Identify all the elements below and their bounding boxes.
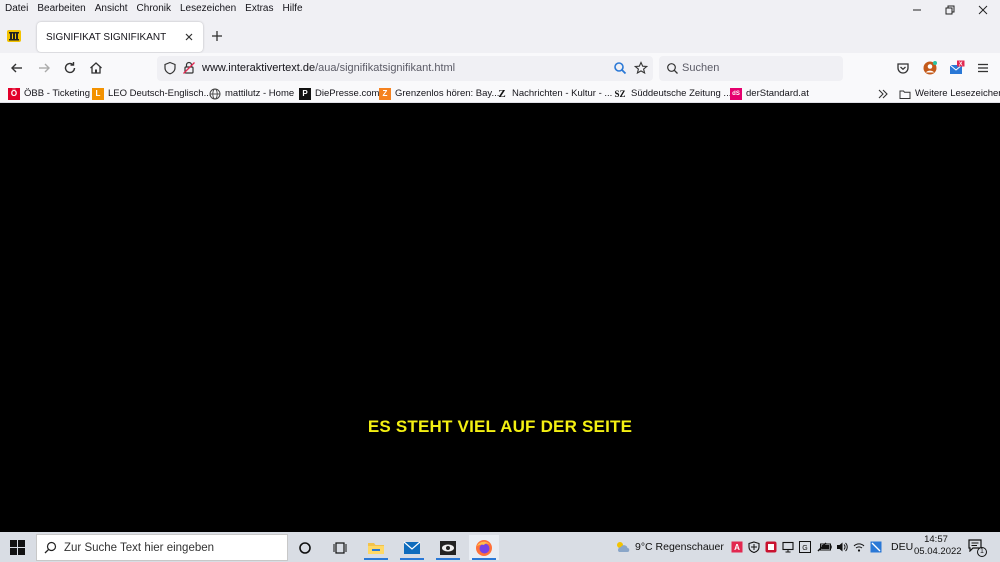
- bookmark-oebb[interactable]: Ö ÖBB - Ticketing: [8, 86, 90, 101]
- menu-edit[interactable]: Bearbeiten: [37, 3, 85, 14]
- taskbar-mail[interactable]: [397, 535, 427, 560]
- tray-monitor-icon[interactable]: [782, 541, 794, 553]
- network-app-icon[interactable]: [870, 541, 882, 553]
- menu-history[interactable]: Chronik: [137, 3, 171, 14]
- globe-icon: [209, 88, 221, 99]
- page-headline: ES STEHT VIEL AUF DER SEITE: [367, 417, 633, 436]
- mail-icon: [403, 541, 421, 554]
- title-bar: Datei Bearbeiten Ansicht Chronik Lesezei…: [0, 0, 1000, 53]
- search-engine-icon[interactable]: [613, 61, 627, 75]
- menu-bookmarks[interactable]: Lesezeichen: [180, 3, 236, 14]
- tray-security-icon[interactable]: G: [799, 541, 811, 553]
- hamburger-menu-icon[interactable]: [975, 60, 991, 76]
- page-content: ES STEHT VIEL AUF DER SEITE: [0, 104, 1000, 532]
- taskbar-file-explorer[interactable]: [361, 535, 391, 560]
- new-tab-icon[interactable]: [210, 29, 224, 43]
- home-icon[interactable]: [88, 60, 104, 76]
- task-view-button[interactable]: [325, 535, 355, 560]
- url-path: /aua/signifikatsignifikant.html: [315, 62, 456, 74]
- tab-title: SIGNIFIKAT SIGNIFIKANT: [46, 31, 167, 43]
- address-bar[interactable]: www.interaktivertext.de/aua/signifikatsi…: [157, 56, 653, 81]
- weather-text[interactable]: 9°C Regenschauer: [635, 541, 724, 553]
- notification-center-button[interactable]: 1: [966, 538, 988, 558]
- wifi-icon[interactable]: [853, 541, 865, 553]
- site-favicon-icon[interactable]: [6, 28, 22, 44]
- taskbar-search-box[interactable]: Zur Suche Text hier eingeben: [36, 534, 288, 561]
- menu-file[interactable]: Datei: [5, 3, 28, 14]
- bookmark-star-icon[interactable]: [634, 61, 648, 75]
- tray-red-app-icon[interactable]: A: [731, 541, 743, 553]
- url-text[interactable]: www.interaktivertext.de/aua/signifikatsi…: [202, 62, 455, 74]
- bookmark-grenzenlos[interactable]: Z Grenzenlos hören: Bay...: [379, 86, 499, 101]
- forward-icon[interactable]: [36, 60, 52, 76]
- tray-shield-icon[interactable]: [748, 541, 760, 553]
- cortana-button[interactable]: [290, 535, 320, 560]
- chevron-more-icon[interactable]: [877, 88, 889, 100]
- folder-icon: [899, 90, 911, 99]
- windows-taskbar: Zur Suche Text hier eingeben 9°C Regensc…: [0, 532, 1000, 562]
- reload-icon[interactable]: [62, 60, 78, 76]
- oebb-icon: Ö: [8, 87, 20, 100]
- clock-time: 14:57: [924, 534, 948, 545]
- minimize-icon[interactable]: [910, 3, 924, 17]
- back-icon[interactable]: [9, 60, 25, 76]
- search-bar[interactable]: Suchen: [659, 56, 843, 81]
- bookmark-sueddeutsche[interactable]: SZ Süddeutsche Zeitung ...: [613, 86, 731, 101]
- menu-help[interactable]: Hilfe: [283, 3, 303, 14]
- shield-icon[interactable]: [163, 61, 177, 75]
- weather-icon[interactable]: [614, 540, 630, 554]
- insecure-lock-icon[interactable]: [182, 61, 196, 75]
- clock[interactable]: 14:57 05.04.2022: [914, 534, 962, 560]
- menu-tools[interactable]: Extras: [245, 3, 273, 14]
- notification-count: 1: [977, 547, 987, 557]
- zeit-icon: Z: [498, 87, 506, 100]
- url-host: www.interaktivertext.de: [202, 62, 316, 74]
- search-icon: [667, 63, 678, 74]
- account-icon[interactable]: [922, 60, 938, 76]
- speaker-icon[interactable]: [836, 541, 848, 553]
- task-view-icon: [333, 541, 347, 554]
- search-placeholder: Suchen: [682, 62, 720, 74]
- grenzenlos-icon: Z: [379, 87, 391, 100]
- cortana-circle-icon: [299, 541, 311, 554]
- bookmarks-toolbar: Ö ÖBB - Ticketing L LEO Deutsch-Englisch..…: [0, 84, 1000, 103]
- clock-date: 05.04.2022: [914, 546, 962, 557]
- tab-strip: SIGNIFIKAT SIGNIFIKANT: [0, 20, 1000, 53]
- taskbar-app-eye[interactable]: [433, 535, 463, 560]
- windows-start-icon[interactable]: [10, 540, 25, 555]
- navigation-toolbar: www.interaktivertext.de/aua/signifikatsi…: [0, 53, 1000, 84]
- leo-icon: L: [92, 87, 104, 100]
- firefox-icon: [476, 539, 492, 556]
- bookmark-mattilutz[interactable]: mattilutz - Home: [209, 86, 294, 101]
- bookmark-derstandard[interactable]: dS derStandard.at: [730, 86, 809, 101]
- svg-text:A: A: [734, 543, 740, 552]
- bookmark-zeit[interactable]: Z Nachrichten - Kultur - ...: [496, 86, 612, 101]
- folder-icon: [368, 542, 384, 554]
- svg-text:X: X: [959, 62, 963, 68]
- extension-mail-icon[interactable]: X: [949, 60, 965, 76]
- presse-icon: P: [299, 87, 311, 100]
- bookmark-diepresse[interactable]: P DiePresse.com: [299, 86, 379, 101]
- menu-bar: Datei Bearbeiten Ansicht Chronik Lesezei…: [0, 0, 312, 16]
- battery-icon[interactable]: [820, 541, 832, 553]
- sz-icon: SZ: [614, 88, 626, 99]
- standard-icon: dS: [730, 87, 742, 100]
- svg-text:G: G: [802, 545, 807, 552]
- language-indicator[interactable]: DEU: [891, 541, 913, 553]
- restore-icon[interactable]: [943, 3, 957, 17]
- tray-media-icon[interactable]: [765, 541, 777, 553]
- taskbar-search-placeholder: Zur Suche Text hier eingeben: [64, 542, 215, 554]
- close-window-icon[interactable]: [976, 3, 990, 17]
- search-icon: [44, 541, 57, 554]
- taskbar-firefox[interactable]: [469, 535, 499, 560]
- pocket-icon[interactable]: [895, 60, 911, 76]
- close-tab-icon[interactable]: [183, 31, 195, 43]
- eye-app-icon: [440, 540, 456, 555]
- tab-active[interactable]: SIGNIFIKAT SIGNIFIKANT: [37, 22, 203, 52]
- bookmark-leo[interactable]: L LEO Deutsch-Englisch...: [92, 86, 212, 101]
- other-bookmarks[interactable]: Weitere Lesezeichen: [899, 86, 1000, 101]
- menu-view[interactable]: Ansicht: [95, 3, 128, 14]
